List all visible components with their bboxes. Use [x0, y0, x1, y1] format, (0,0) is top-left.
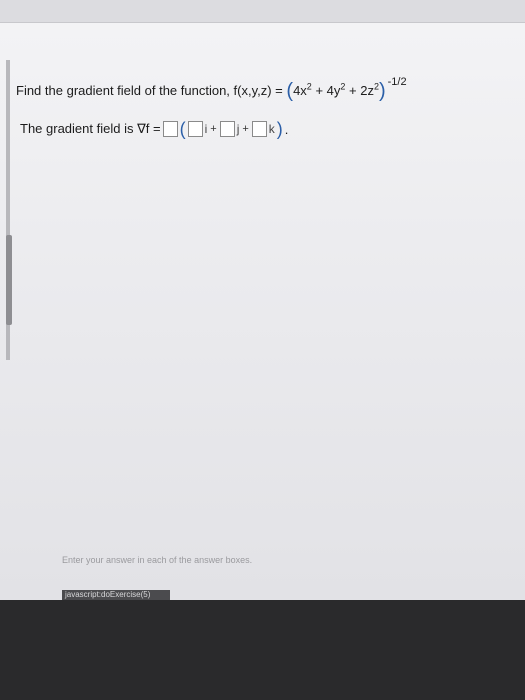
- answer-box-scalar[interactable]: [162, 121, 178, 137]
- question-prompt: Find the gradient field of the function,…: [16, 82, 283, 98]
- unit-vector-k: k: [268, 122, 275, 136]
- plus-sign-1: +: [210, 123, 217, 135]
- term-y: + 4y: [315, 82, 341, 98]
- top-strip: [0, 0, 525, 23]
- answer-label: The gradient field is ∇f =: [20, 121, 161, 136]
- hint-text: Enter your answer in each of the answer …: [62, 555, 253, 565]
- answer-box-k[interactable]: [251, 121, 267, 137]
- unit-vector-i: i: [204, 122, 208, 136]
- answer-box-i[interactable]: [187, 121, 203, 137]
- term-z: + 2z: [349, 82, 374, 98]
- answer-period: .: [284, 121, 289, 137]
- answer-right-paren: ): [276, 119, 283, 139]
- question-text: Find the gradient field of the function,…: [16, 76, 516, 103]
- plus-sign-2: +: [242, 123, 249, 135]
- right-paren: ): [378, 80, 386, 102]
- power-x: 2: [306, 81, 312, 92]
- answer-box-j[interactable]: [219, 121, 235, 137]
- answer-left-paren: (: [179, 119, 186, 139]
- scroll-indicator[interactable]: [6, 235, 12, 325]
- exponent: -1/2: [387, 75, 407, 88]
- screen: Find the gradient field of the function,…: [0, 0, 525, 600]
- status-bar-link: javascript:doExercise(5): [62, 590, 170, 600]
- unit-vector-j: j: [236, 122, 240, 136]
- term-x: 4x: [293, 82, 307, 98]
- power-y: 2: [340, 81, 346, 92]
- answer-line: The gradient field is ∇f = ( i + j + k )…: [20, 120, 288, 138]
